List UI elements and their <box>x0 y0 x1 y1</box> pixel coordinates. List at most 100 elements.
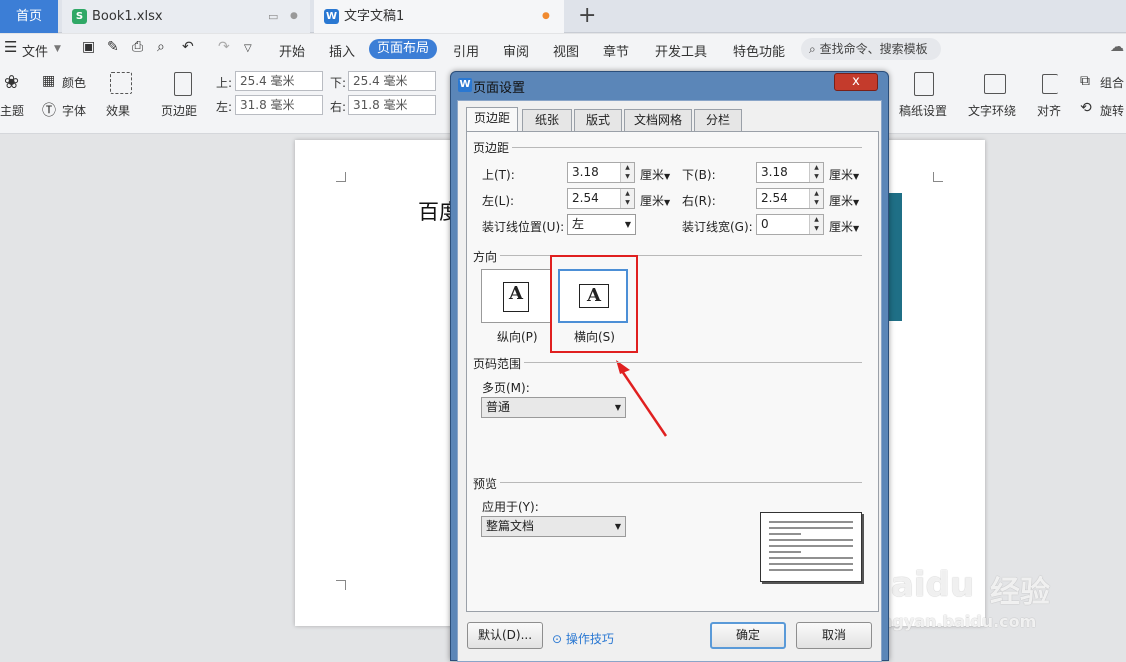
print-icon[interactable]: ⎙ <box>132 39 143 55</box>
unit-dropdown[interactable]: 厘米▼ <box>829 192 859 209</box>
unit-dropdown[interactable]: 厘米▼ <box>640 192 670 209</box>
dialog-title: 页面设置 <box>473 81 526 96</box>
undo-icon[interactable]: ↶ <box>182 39 194 55</box>
unit-chevron-icon: ▼ <box>853 198 860 207</box>
spinner-icon[interactable]: ▲ ▼ <box>809 215 823 234</box>
font-button[interactable]: 字体 <box>62 102 86 119</box>
menu-start[interactable]: 开始 <box>279 41 305 60</box>
apply-to-select[interactable]: 整篇文档 ▼ <box>481 516 626 537</box>
font-icon: Ⓣ <box>42 103 56 119</box>
menu-review[interactable]: 审阅 <box>503 41 529 60</box>
margins-button[interactable]: 页边距 <box>161 102 197 119</box>
unit-dropdown[interactable]: 厘米▼ <box>640 166 670 183</box>
print-preview-icon[interactable]: ⌕ <box>157 39 165 55</box>
right-margin-value: 2.54 <box>761 191 788 205</box>
menu-file[interactable]: 文件 <box>22 41 48 60</box>
align-button[interactable]: 对齐 <box>1037 102 1061 119</box>
page-preview <box>760 512 862 582</box>
close-button[interactable]: x <box>834 73 878 91</box>
unit-label: 厘米 <box>829 220 854 234</box>
tab-book1-label: Book1.xlsx <box>92 9 163 24</box>
tab-paper[interactable]: 纸张 <box>522 109 572 131</box>
writer-icon: W <box>324 9 339 24</box>
ribbon-top-label: 上: <box>216 76 233 90</box>
menu-reference[interactable]: 引用 <box>453 41 479 60</box>
tab-book1[interactable]: S Book1.xlsx ▭ ● <box>62 0 310 33</box>
search-box[interactable]: ⌕ 查找命令、搜索模板 <box>801 38 941 60</box>
effects-button[interactable]: 效果 <box>106 102 130 119</box>
page-range-section-title: 页码范围 <box>473 357 522 371</box>
tips-link-label: 操作技巧 <box>565 632 614 646</box>
effects-icon <box>110 72 132 94</box>
align-icon <box>1042 74 1058 94</box>
color-button[interactable]: 颜色 <box>62 74 86 91</box>
palette-icon[interactable]: ❀ <box>4 72 19 93</box>
ribbon-bottom-input[interactable]: 25.4 毫米 <box>348 71 436 91</box>
dot-icon[interactable]: ● <box>290 0 298 33</box>
hamburger-icon[interactable]: ☰ <box>4 38 17 56</box>
spinner-icon[interactable]: ▲ ▼ <box>809 163 823 182</box>
gutter-width-input[interactable]: 0 ▲ ▼ <box>756 214 824 235</box>
menu-chapter[interactable]: 章节 <box>603 41 629 60</box>
cloud-icon[interactable]: ☁ <box>1110 39 1124 55</box>
apply-to-label: 应用于(Y): <box>482 500 539 514</box>
text-wrap-button[interactable]: 文字环绕 <box>968 102 1016 119</box>
menu-insert[interactable]: 插入 <box>329 41 355 60</box>
format-painter-icon[interactable]: ✎ <box>107 39 119 55</box>
new-tab-button[interactable]: + <box>578 3 596 28</box>
tab-margins[interactable]: 页边距 <box>466 107 518 131</box>
default-button[interactable]: 默认(D)... <box>467 622 543 649</box>
unit-label: 厘米 <box>640 194 665 208</box>
group-button[interactable]: 组合 <box>1100 74 1124 91</box>
redo-icon[interactable]: ↷ <box>218 39 230 55</box>
spinner-icon[interactable]: ▲ ▼ <box>809 189 823 208</box>
more-icon[interactable]: ▽ <box>244 43 252 54</box>
spinner-icon[interactable]: ▲ ▼ <box>620 163 634 182</box>
right-margin-input[interactable]: 2.54 ▲ ▼ <box>756 188 824 209</box>
tab-doc-grid[interactable]: 文档网格 <box>624 109 692 131</box>
unit-dropdown[interactable]: 厘米▼ <box>829 218 859 235</box>
monitor-icon[interactable]: ▭ <box>268 0 278 33</box>
tab-columns[interactable]: 分栏 <box>694 109 742 131</box>
gutter-position-select[interactable]: 左 ▼ <box>567 214 636 235</box>
menu-developer[interactable]: 开发工具 <box>655 41 707 60</box>
theme-button[interactable]: 主题 <box>0 102 24 119</box>
cancel-button[interactable]: 取消 <box>796 622 872 649</box>
tab-home[interactable]: 首页 <box>0 0 58 33</box>
ribbon-left-input[interactable]: 31.8 毫米 <box>235 95 323 115</box>
tab-layout[interactable]: 版式 <box>574 109 622 131</box>
portrait-option[interactable]: A <box>481 269 551 323</box>
search-icon: ⌕ <box>809 42 816 56</box>
rotate-button[interactable]: 旋转 <box>1100 102 1124 119</box>
unit-dropdown[interactable]: 厘米▼ <box>829 166 859 183</box>
save-icon[interactable]: ▣ <box>82 39 95 55</box>
tips-link[interactable]: ⊙ 操作技巧 <box>552 630 614 647</box>
ok-button[interactable]: 确定 <box>710 622 786 649</box>
top-margin-input[interactable]: 3.18 ▲ ▼ <box>567 162 635 183</box>
highlight-box <box>550 255 638 353</box>
multiple-pages-select[interactable]: 普通 ▼ <box>481 397 626 418</box>
search-placeholder: 查找命令、搜索模板 <box>819 42 928 56</box>
bottom-margin-value: 3.18 <box>761 165 788 179</box>
corner-mark <box>933 172 943 182</box>
left-margin-label: 左(L): <box>482 194 515 208</box>
tab-bar: 首页 S Book1.xlsx ▭ ● W 文字文稿1 ● + <box>0 0 1126 33</box>
chevron-down-icon[interactable]: ▼ <box>54 44 61 54</box>
manuscript-button[interactable]: 稿纸设置 <box>899 102 947 119</box>
left-margin-input[interactable]: 2.54 ▲ ▼ <box>567 188 635 209</box>
spreadsheet-icon: S <box>72 9 87 24</box>
unsaved-dot-icon[interactable]: ● <box>542 0 550 33</box>
menu-view[interactable]: 视图 <box>553 41 579 60</box>
ribbon-right-input[interactable]: 31.8 毫米 <box>348 95 436 115</box>
unit-label: 厘米 <box>829 194 854 208</box>
gutter-position-value: 左 <box>572 217 585 231</box>
spinner-icon[interactable]: ▲ ▼ <box>620 189 634 208</box>
menu-page-layout[interactable]: 页面布局 <box>369 39 437 59</box>
ribbon-top-input[interactable]: 25.4 毫米 <box>235 71 323 91</box>
unit-chevron-icon: ▼ <box>853 172 860 181</box>
chevron-down-icon: ▼ <box>624 220 631 229</box>
menu-features[interactable]: 特色功能 <box>733 41 785 60</box>
unit-label: 厘米 <box>640 168 665 182</box>
bottom-margin-input[interactable]: 3.18 ▲ ▼ <box>756 162 824 183</box>
tab-document[interactable]: W 文字文稿1 ● <box>314 0 564 33</box>
